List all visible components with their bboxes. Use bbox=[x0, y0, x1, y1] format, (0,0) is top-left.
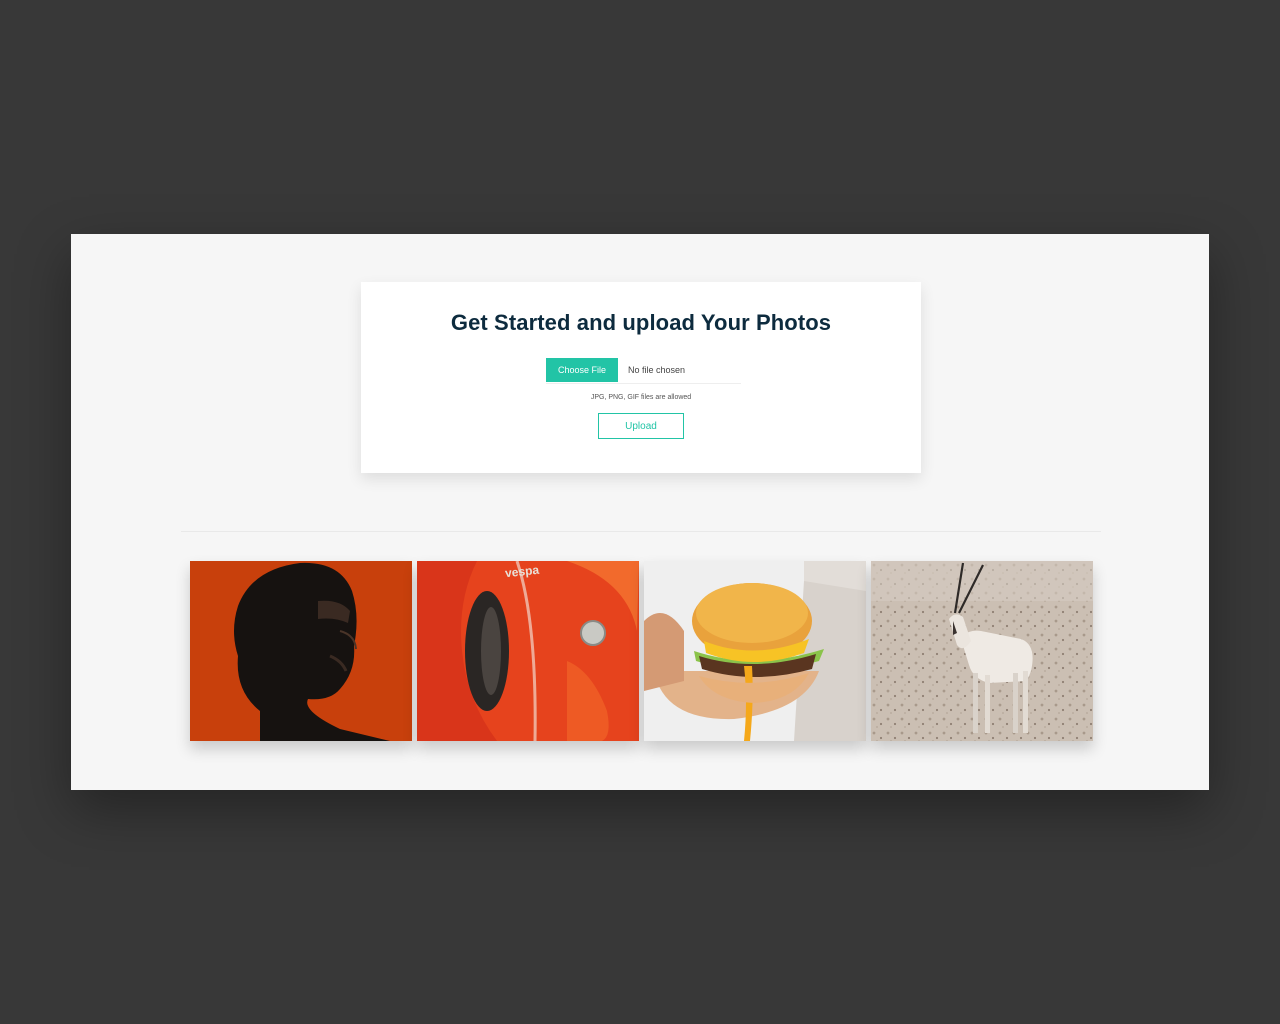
divider bbox=[181, 531, 1101, 532]
gallery-photo-oryx[interactable] bbox=[871, 561, 1093, 741]
file-status: No file chosen bbox=[628, 364, 686, 375]
photo-gallery: vespa bbox=[190, 561, 1093, 741]
upload-card: Get Started and upload Your Photos Choos… bbox=[361, 282, 921, 473]
page-title: Get Started and upload Your Photos bbox=[450, 310, 832, 335]
file-type-hint: JPG, PNG, GIF files are allowed bbox=[590, 394, 692, 401]
portrait-image bbox=[190, 561, 412, 741]
oryx-image bbox=[871, 561, 1093, 741]
upload-button[interactable]: Upload bbox=[598, 413, 684, 439]
file-input[interactable]: Choose File No file chosen bbox=[546, 356, 741, 384]
scooter-image: vespa bbox=[417, 561, 639, 741]
gallery-photo-scooter[interactable]: vespa bbox=[417, 561, 639, 741]
gallery-photo-portrait[interactable] bbox=[190, 561, 412, 741]
burger-image bbox=[644, 561, 866, 741]
upload-page: Get Started and upload Your Photos Choos… bbox=[71, 234, 1209, 790]
choose-file-button[interactable]: Choose File bbox=[546, 357, 618, 382]
gallery-photo-burger[interactable] bbox=[644, 561, 866, 741]
